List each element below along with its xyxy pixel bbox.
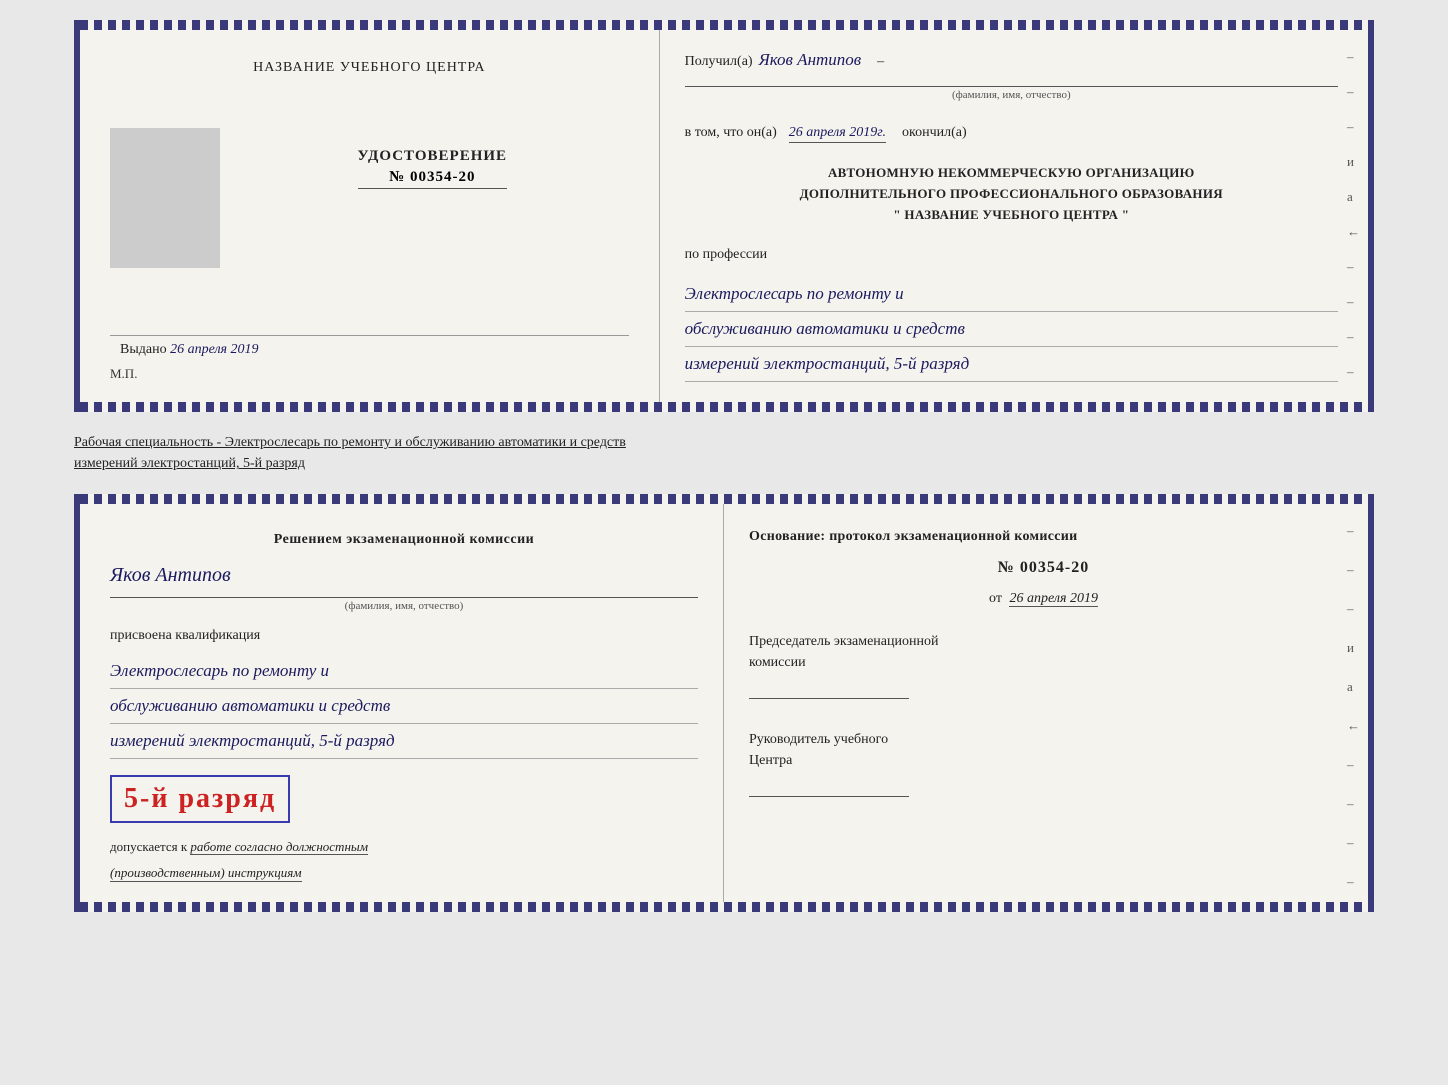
prof-line3: измерений электростанций, 5-й разряд (685, 347, 1338, 382)
osnovaniye-label: Основание: протокол экзаменационной коми… (749, 529, 1338, 545)
dopuskaetsya-line: допускается к работе согласно должностны… (110, 839, 698, 855)
prof-line2: обслуживанию автоматики и средств (685, 312, 1338, 347)
top-left-panel: НАЗВАНИЕ УЧЕБНОГО ЦЕНТРА УДОСТОВЕРЕНИЕ №… (80, 30, 660, 402)
bottom-deco-bar-bottom (74, 902, 1374, 912)
rukovoditel-block: Руководитель учебного Центра (749, 729, 1338, 797)
fio-sublabel-bottom: (фамилия, имя, отчество) (110, 597, 698, 612)
grade-text: 5-й разряд (124, 783, 276, 815)
ot-date-line: от 26 апреля 2019 (749, 591, 1338, 607)
vydano-line: Выдано 26 апреля 2019 (110, 342, 629, 358)
grade-box: 5-й разряд (110, 775, 290, 823)
bottom-deco-bar-top (74, 494, 1374, 504)
right-dashes-bottom: – – – и а ← – – – – (1347, 524, 1360, 888)
mp-line: М.П. (110, 366, 629, 382)
protocol-number: № 00354-20 (749, 559, 1338, 577)
bottom-document: Решением экзаменационной комиссии Яков А… (74, 494, 1374, 911)
rukovoditel-signature (749, 777, 909, 797)
qual-line2: обслуживанию автоматики и средств (110, 689, 698, 724)
qualification-block: Электрослесарь по ремонту и обслуживанию… (110, 654, 698, 759)
qual-line3: измерений электростанций, 5-й разряд (110, 724, 698, 759)
top-center-title: НАЗВАНИЕ УЧЕБНОГО ЦЕНТРА (253, 60, 485, 76)
predsedatel-signature (749, 679, 909, 699)
org-block: АВТОНОМНУЮ НЕКОММЕРЧЕСКУЮ ОРГАНИЗАЦИЮ ДО… (685, 163, 1338, 225)
prof-line1: Электрослесарь по ремонту и (685, 277, 1338, 312)
top-document: НАЗВАНИЕ УЧЕБНОГО ЦЕНТРА УДОСТОВЕРЕНИЕ №… (74, 20, 1374, 412)
ot-date-value: 26 апреля 2019 (1009, 591, 1097, 607)
fio-sublabel-top: (фамилия, имя, отчество) (685, 86, 1338, 101)
bottom-right-panel: – – – и а ← – – – – Основание: протокол … (724, 504, 1368, 901)
qual-line1: Электрослесарь по ремонту и (110, 654, 698, 689)
dopusk-italic1: работе согласно должностным (190, 839, 368, 855)
profession-block: Электрослесарь по ремонту и обслуживанию… (685, 277, 1338, 382)
right-dashes: – – – и а ← – – – – (1347, 50, 1360, 378)
dopusk-italic2: (производственным) инструкциям (110, 865, 302, 882)
bottom-doc-main: Решением экзаменационной комиссии Яков А… (74, 504, 1374, 901)
between-label-block: Рабочая специальность - Электрослесарь п… (74, 428, 1374, 478)
photo-placeholder (110, 128, 220, 268)
recipient-name: Яков Антипов (759, 50, 862, 70)
top-right-panel: – – – и а ← – – – – Получил(а) Яков Анти… (660, 30, 1368, 402)
udostoverenie-block: УДОСТОВЕРЕНИЕ № 00354-20 (358, 148, 508, 189)
top-deco-bar-bottom (74, 402, 1374, 412)
vtom-date: 26 апреля 2019г. (789, 125, 886, 143)
vtom-line: в том, что он(а) 26 апреля 2019г. окончи… (685, 125, 1338, 143)
predsedatel-block: Председатель экзаменационной комиссии (749, 631, 1338, 699)
udostoverenie-label: УДОСТОВЕРЕНИЕ (358, 148, 508, 165)
udostoverenie-number: № 00354-20 (358, 169, 508, 189)
resheniem-text: Решением экзаменационной комиссии (110, 529, 698, 551)
bottom-name: Яков Антипов (110, 564, 698, 587)
top-deco-bar (74, 20, 1374, 30)
predsedatel-text: Председатель экзаменационной комиссии (749, 631, 1338, 673)
top-doc-main: НАЗВАНИЕ УЧЕБНОГО ЦЕНТРА УДОСТОВЕРЕНИЕ №… (74, 30, 1374, 402)
rukovoditel-text: Руководитель учебного Центра (749, 729, 1338, 771)
bottom-left-panel: Решением экзаменационной комиссии Яков А… (80, 504, 724, 901)
prisvoena-label: присвоена квалификация (110, 628, 698, 644)
po-professii-label: по профессии (685, 247, 1338, 263)
vydano-date: 26 апреля 2019 (170, 342, 258, 357)
poluchil-line: Получил(а) Яков Антипов – (685, 50, 1338, 70)
